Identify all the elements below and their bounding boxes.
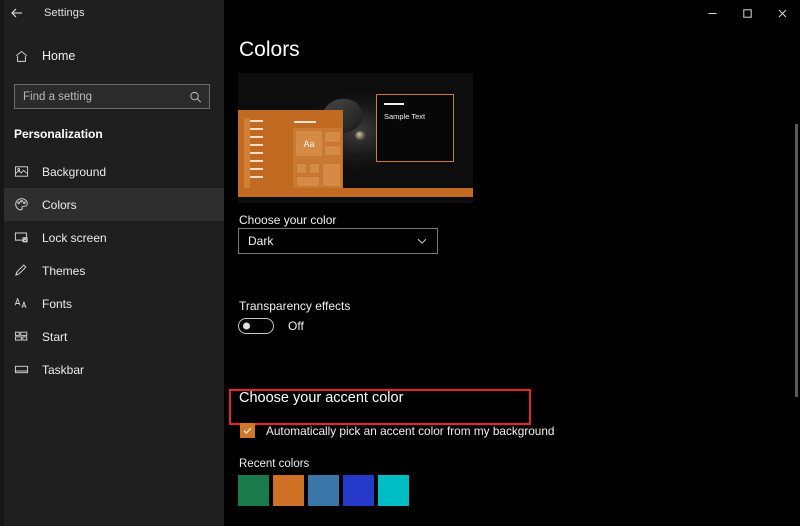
toggle-knob <box>243 322 250 330</box>
preview-mini-tile <box>309 163 320 174</box>
start-tiles-icon <box>14 329 36 344</box>
taskbar-icon <box>14 362 36 377</box>
preview-sample-text: Sample Text <box>384 112 426 121</box>
brush-icon <box>14 263 36 278</box>
maximize-button[interactable] <box>730 0 765 26</box>
home-label: Home <box>42 49 76 63</box>
sidebar-item-label: Colors <box>42 197 77 212</box>
recent-colors-swatches <box>238 475 409 506</box>
preview-mini-tile <box>296 176 320 187</box>
preview-sample-window: Sample Text <box>376 94 454 162</box>
window-title: Settings <box>44 7 85 19</box>
color-swatch[interactable] <box>378 475 409 506</box>
main-content: Colors Aa Sample Text Choose your color … <box>224 26 800 526</box>
settings-window: Settings Home Find a setting Personaliza… <box>0 0 800 526</box>
title-bar-left: Settings <box>0 0 224 26</box>
preview-mini-tile <box>322 163 341 187</box>
window-edge-strip <box>0 0 4 526</box>
transparency-label: Transparency effects <box>239 299 351 313</box>
sidebar-item-label: Start <box>42 329 68 344</box>
font-icon <box>14 296 36 311</box>
search-icon[interactable] <box>189 90 202 103</box>
sidebar-item-taskbar[interactable]: Taskbar <box>0 353 224 386</box>
sidebar-category: Personalization <box>14 127 103 141</box>
sidebar-item-colors[interactable]: Colors <box>0 188 224 221</box>
minimize-button[interactable] <box>695 0 730 26</box>
preview-tile-group-header <box>294 121 316 123</box>
sidebar-item-lock-screen[interactable]: Lock screen <box>0 221 224 254</box>
sidebar-item-label: Fonts <box>42 296 73 311</box>
sidebar-item-home[interactable]: Home <box>0 40 224 72</box>
color-swatch[interactable] <box>238 475 269 506</box>
picture-icon <box>14 164 36 179</box>
preview-wallpaper-eye <box>355 131 366 140</box>
accent-section-heading: Choose your accent color <box>239 390 404 406</box>
back-arrow-icon[interactable] <box>0 0 34 26</box>
preview-taskbar <box>238 188 473 197</box>
home-icon <box>14 49 36 64</box>
chevron-down-icon <box>416 235 428 247</box>
search-box[interactable] <box>14 84 210 109</box>
search-input[interactable] <box>15 85 185 108</box>
preview-window-titlebar <box>384 103 404 105</box>
sidebar: Home Personalization Backgro <box>0 26 224 526</box>
transparency-state: Off <box>288 319 304 333</box>
content-scrollbar[interactable] <box>795 124 798 397</box>
title-bar: Settings <box>0 0 800 26</box>
color-swatch[interactable] <box>273 475 304 506</box>
transparency-toggle[interactable] <box>238 318 274 334</box>
window-controls <box>695 0 800 26</box>
sidebar-nav-list: Background Colors Lock screen Themes Fon… <box>0 155 224 386</box>
preview-mini-tile <box>324 145 341 156</box>
page-title: Colors <box>239 38 300 61</box>
preview-start-rail <box>244 118 250 190</box>
auto-pick-accent-row[interactable]: Automatically pick an accent color from … <box>240 423 555 438</box>
color-swatch[interactable] <box>343 475 374 506</box>
auto-pick-accent-checkbox[interactable] <box>240 423 255 438</box>
sidebar-item-start[interactable]: Start <box>0 320 224 353</box>
recent-colors-label: Recent colors <box>239 458 310 470</box>
sidebar-item-label: Lock screen <box>42 230 107 245</box>
preview-mini-tile <box>296 163 307 174</box>
sidebar-item-background[interactable]: Background <box>0 155 224 188</box>
choose-color-value: Dark <box>248 234 274 248</box>
choose-color-dropdown[interactable]: Dark <box>238 228 438 254</box>
choose-color-label: Choose your color <box>239 213 337 227</box>
palette-icon <box>14 197 36 212</box>
preview-aa-tile: Aa <box>296 131 322 156</box>
sidebar-item-label: Taskbar <box>42 362 85 377</box>
color-swatch[interactable] <box>308 475 339 506</box>
transparency-toggle-row[interactable]: Off <box>238 318 304 334</box>
preview-mini-tile <box>324 131 341 143</box>
sidebar-item-label: Background <box>42 164 107 179</box>
auto-pick-accent-label: Automatically pick an accent color from … <box>266 423 555 438</box>
lock-screen-icon <box>14 230 36 245</box>
sidebar-item-themes[interactable]: Themes <box>0 254 224 287</box>
color-preview: Aa Sample Text <box>238 73 473 203</box>
sidebar-item-fonts[interactable]: Fonts <box>0 287 224 320</box>
close-button[interactable] <box>765 0 800 26</box>
sidebar-item-label: Themes <box>42 263 86 278</box>
